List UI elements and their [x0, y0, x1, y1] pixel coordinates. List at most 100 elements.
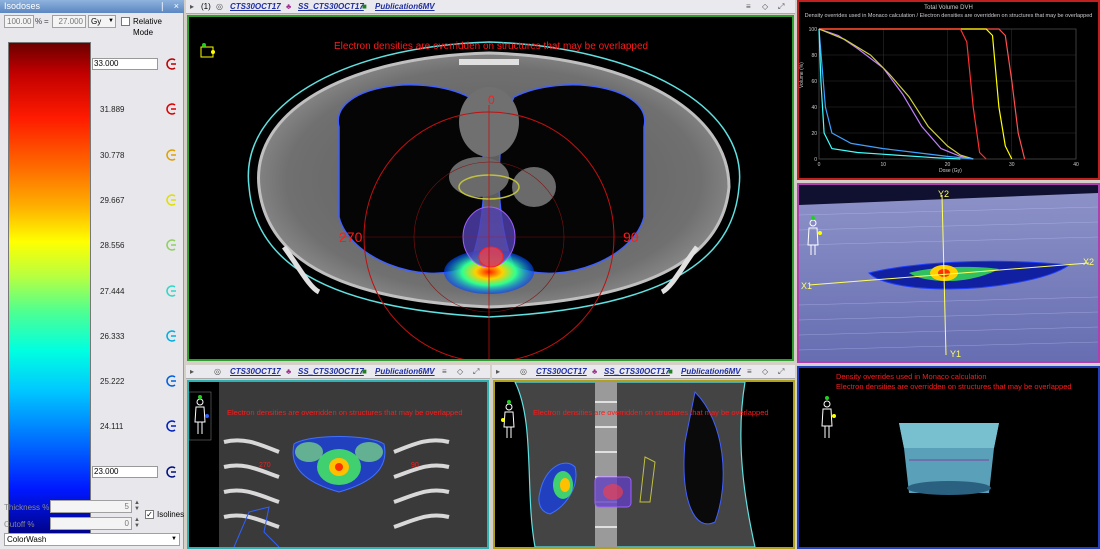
render-overlay-line1: Density overrides used in Monaco calcula… [836, 372, 987, 381]
relative-mode-checkbox[interactable] [121, 17, 130, 26]
cutoff-label: Cutoff % [4, 520, 35, 529]
maximize-icon[interactable]: ⤢ [778, 0, 784, 13]
image-link[interactable]: CTS30OCT17 [536, 365, 587, 378]
dvh-x-tick-label: 40 [1073, 162, 1079, 168]
beams-eye-viewport[interactable]: Y2 Y1 X1 X2 [797, 183, 1100, 363]
colormap-select[interactable]: ColorWash ▼ [4, 533, 180, 546]
isolines-label: Isolines [157, 510, 185, 519]
isodose-level-value: 24.111 [100, 422, 124, 432]
isodose-color-icon[interactable] [165, 194, 178, 206]
gantry-angle-270: 270 [339, 229, 363, 245]
structure-set-icon: ♣ [286, 367, 292, 376]
chevron-down-icon: ▼ [171, 536, 177, 542]
isodose-level-row[interactable]: 23.000 [92, 465, 184, 481]
percent-field[interactable]: 100.00 [4, 15, 34, 28]
isodose-color-icon[interactable] [165, 103, 178, 116]
isodose-color-icon[interactable] [165, 375, 178, 387]
isodose-level-row[interactable]: 28.556 [92, 238, 184, 254]
isodose-level-row[interactable]: 25.222 [92, 374, 184, 390]
render-3d-viewport[interactable]: Density overrides used in Monaco calcula… [797, 366, 1100, 549]
isodose-color-icon[interactable] [165, 58, 178, 70]
plan-link[interactable]: Publication6MV [375, 365, 435, 378]
isodose-level-row[interactable]: 33.000 [92, 57, 184, 73]
gantry-angle-90: 90 [623, 229, 639, 245]
dvh-y-tick-label: 80 [811, 53, 817, 59]
unit-value: Gy [91, 17, 102, 26]
dvh-series-line [818, 28, 974, 160]
gantry-angle-0: 0 [488, 93, 495, 107]
dvh-y-tick-label: 0 [814, 157, 817, 163]
coronal-ct-image [189, 382, 487, 547]
isodose-level-row[interactable]: 30.778 [92, 148, 184, 164]
sagittal-image-area[interactable]: Electron densities are overridden on str… [493, 380, 795, 549]
image-link[interactable]: CTS30OCT17 [230, 365, 281, 378]
thickness-field[interactable]: 5 [50, 500, 132, 513]
plan-icon: ■ [362, 2, 367, 11]
plan-link[interactable]: Publication6MV [681, 365, 741, 378]
menu-icon[interactable]: ≡ [747, 365, 752, 378]
maximize-icon[interactable]: ⤢ [778, 365, 784, 378]
coronal-viewport[interactable]: ▸ ◎ CTS30OCT17 ♣ SS_CTS30OCT17 ■ Publica… [186, 365, 490, 549]
isodose-level-value[interactable]: 23.000 [92, 465, 158, 478]
isodose-color-icon[interactable] [165, 148, 178, 161]
beams-eye-image [799, 185, 1098, 361]
dvh-series-line [819, 28, 1013, 160]
isodose-level-row[interactable]: 29.667 [92, 193, 184, 209]
equals-sign: = [44, 17, 49, 26]
dvh-chart: 0 10 20 30 40020406080100 [809, 27, 1079, 168]
isodose-color-gradient [8, 42, 91, 540]
ct-image-icon: ◎ [214, 367, 221, 376]
menu-icon[interactable]: ≡ [442, 365, 447, 378]
thickness-spinner[interactable]: ▲ ▼ [133, 500, 141, 513]
isodose-color-icon[interactable] [165, 284, 178, 297]
structure-set-link[interactable]: SS_CTS30OCT17 [298, 365, 364, 378]
sagittal-viewport[interactable]: ▸ ◎ CTS30OCT17 ♣ SS_CTS30OCT17 ■ Publica… [492, 365, 795, 549]
diamond-icon[interactable]: ◇ [762, 365, 768, 378]
axial-ct-image [200, 41, 741, 359]
diamond-icon[interactable]: ◇ [457, 365, 463, 378]
dvh-x-tick-label: 10 [880, 162, 886, 168]
dvh-y-tick-label: 60 [811, 79, 817, 85]
coronal-image-area[interactable]: Electron densities are overridden on str… [187, 380, 489, 549]
isodose-color-icon[interactable] [165, 465, 178, 478]
scroll-icon[interactable]: ▸ [496, 365, 500, 378]
structure-set-link[interactable]: SS_CTS30OCT17 [604, 365, 670, 378]
unit-select[interactable]: Gy ▼ [88, 15, 116, 28]
isodose-level-row[interactable]: 24.111 [92, 419, 184, 435]
isodose-color-icon[interactable] [165, 330, 178, 342]
dvh-viewport[interactable]: Total Volume DVH Density overrides used … [797, 0, 1100, 180]
isodose-level-value[interactable]: 33.000 [92, 58, 158, 70]
plan-icon: ■ [668, 367, 673, 376]
cutoff-spinner[interactable]: ▲ ▼ [133, 517, 141, 530]
plan-link[interactable]: Publication6MV [375, 0, 435, 13]
view-index: (1) [201, 2, 211, 11]
scroll-icon[interactable]: ▸ [190, 0, 194, 13]
isodose-level-row[interactable]: 31.889 [92, 102, 184, 118]
dvh-xlabel: Dose (Gy) [939, 168, 962, 174]
pin-icon[interactable]: ❘ [158, 0, 166, 13]
maximize-icon[interactable]: ⤢ [473, 365, 479, 378]
panel-title-bar: Isodoses ❘ × [0, 0, 184, 13]
scroll-icon[interactable]: ▸ [190, 365, 194, 378]
jaw-label-x2: X2 [1083, 257, 1095, 267]
isodose-level-value: 31.889 [100, 105, 125, 115]
dvh-ylabel: Volume (%) [799, 62, 805, 88]
image-link[interactable]: CTS30OCT17 [230, 0, 281, 13]
sagittal-toolbar: ▸ ◎ CTS30OCT17 ♣ SS_CTS30OCT17 ■ Publica… [492, 365, 795, 379]
close-icon[interactable]: × [174, 0, 179, 13]
isodose-color-icon[interactable] [165, 239, 178, 251]
isodose-level-row[interactable]: 26.333 [92, 329, 184, 345]
dvh-x-tick-label: 30 [1009, 162, 1015, 168]
isolines-checkbox[interactable]: ✓ [145, 510, 154, 519]
axial-image-area[interactable]: Electron densities are overridden on str… [187, 15, 794, 361]
axial-viewport[interactable]: ▸ (1) ◎ CTS30OCT17 ♣ SS_CTS30OCT17 ■ Pub… [186, 0, 795, 362]
isodose-color-icon[interactable] [165, 420, 178, 433]
dose-field[interactable]: 27.000 [52, 15, 86, 28]
structure-set-link[interactable]: SS_CTS30OCT17 [298, 0, 364, 13]
diamond-icon[interactable]: ◇ [762, 0, 768, 13]
menu-icon[interactable]: ≡ [746, 0, 751, 13]
cutoff-field[interactable]: 0 [50, 517, 132, 530]
ct-image-icon: ◎ [520, 367, 527, 376]
isodose-level-row[interactable]: 27.444 [92, 284, 184, 300]
isodose-level-value: 26.333 [100, 331, 125, 341]
